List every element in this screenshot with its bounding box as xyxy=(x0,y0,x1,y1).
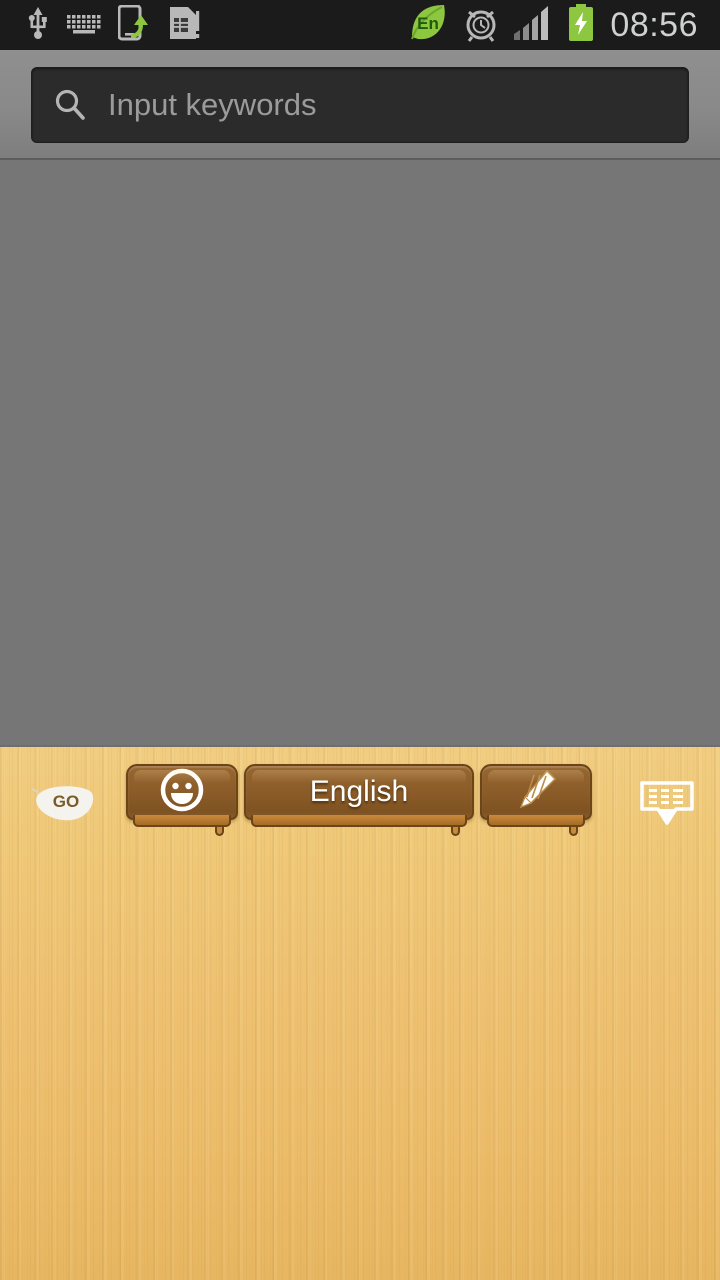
status-bar-right-icons: En 08:56 xyxy=(408,3,720,48)
usb-icon xyxy=(26,6,50,45)
keyboard-toolbar: GO English xyxy=(0,759,720,836)
phone-screen: En 08:56 Input keywords GO English xyxy=(0,0,720,1280)
keyboard: GO English xyxy=(0,745,720,1280)
hide-keyboard-icon xyxy=(636,781,698,835)
input-method-en-icon: En xyxy=(408,3,450,48)
search-icon xyxy=(32,87,108,123)
bookmark-decor xyxy=(569,816,578,836)
emoji-smiley-icon xyxy=(159,767,205,818)
content-area xyxy=(0,160,720,745)
handwriting-pencil-icon xyxy=(513,767,559,818)
status-bar-left-icons xyxy=(0,4,200,46)
signal-bars-icon xyxy=(512,5,554,45)
svg-text:GO: GO xyxy=(53,792,79,811)
sim-card-alert-icon xyxy=(168,5,200,46)
alarm-clock-icon xyxy=(463,4,499,47)
phone-transfer-icon xyxy=(117,4,152,46)
emoji-button[interactable] xyxy=(126,764,238,836)
language-label: English xyxy=(309,775,409,808)
go-keyboard-logo[interactable]: GO xyxy=(28,781,100,823)
hide-keyboard-button[interactable] xyxy=(636,779,698,827)
handwriting-button[interactable] xyxy=(480,764,592,836)
svg-text:En: En xyxy=(418,14,440,33)
keyboard-icon xyxy=(66,11,102,40)
search-bar-area xyxy=(0,50,720,160)
search-box[interactable] xyxy=(31,67,689,143)
bookmark-decor xyxy=(215,816,224,836)
status-bar: En 08:56 xyxy=(0,0,720,50)
language-button[interactable]: English xyxy=(244,764,474,836)
status-clock: 08:56 xyxy=(610,5,698,44)
search-input[interactable] xyxy=(108,87,668,123)
battery-charging-icon xyxy=(567,3,595,47)
bookmark-decor xyxy=(451,816,460,836)
